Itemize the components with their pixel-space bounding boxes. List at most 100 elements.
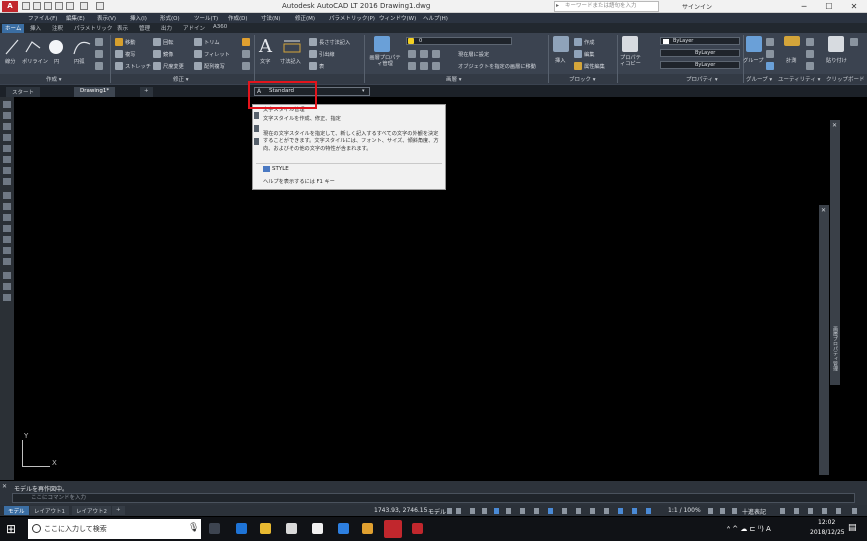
paste-button[interactable]: 貼り付け (826, 57, 847, 64)
left-tool-icon[interactable] (3, 283, 11, 290)
rectangle-icon[interactable] (95, 38, 103, 46)
left-tool-icon[interactable] (3, 145, 11, 152)
menu-file[interactable]: ファイル(F) (28, 14, 57, 22)
left-tool-icon[interactable] (3, 101, 11, 108)
workspace-icon[interactable] (708, 508, 713, 514)
change-to-layer-button[interactable]: オブジェクトを指定の画層に移動 (458, 63, 536, 70)
layer-tool-icon[interactable] (408, 50, 416, 58)
snap-icon[interactable] (456, 508, 461, 514)
color-dropdown[interactable]: ByLayer (660, 37, 740, 45)
annotation-visibility-icon[interactable] (618, 508, 623, 514)
undo-icon[interactable] (80, 2, 88, 10)
menu-dimension[interactable]: 寸法(N) (261, 14, 280, 22)
microphone-icon[interactable]: 🎙 (188, 523, 199, 533)
status-tool-icon[interactable] (822, 508, 827, 514)
isolate-icon[interactable] (732, 508, 737, 514)
insert-block-button[interactable]: 挿入 (555, 57, 565, 64)
line-button[interactable]: 線分 (5, 58, 15, 65)
search-input[interactable]: キーワードまたは語句を入力 (554, 1, 659, 12)
layer-tool-icon[interactable] (432, 50, 440, 58)
plot-icon[interactable] (66, 2, 74, 10)
otrack-icon[interactable] (506, 508, 511, 514)
command-line-close-icon[interactable]: ✕ (2, 483, 7, 490)
table-button[interactable]: 表 (319, 63, 324, 70)
menu-view[interactable]: 表示(V) (97, 14, 116, 22)
annotation-scale-icon[interactable] (646, 508, 651, 514)
layout-tab-layout1[interactable]: レイアウト1 (30, 506, 69, 515)
edge-icon[interactable] (236, 523, 247, 534)
left-tool-icon[interactable] (3, 294, 11, 301)
layer-dropdown[interactable]: 0 (406, 37, 512, 45)
fillet-button[interactable]: フィレット (204, 51, 230, 58)
app-icon[interactable] (338, 523, 349, 534)
chevron-down-icon[interactable]: ▾ (362, 88, 365, 94)
units-dropdown[interactable]: 十進表記 (742, 507, 766, 516)
offset-icon[interactable] (242, 62, 250, 70)
utility-tool-icon[interactable] (806, 62, 814, 70)
circle-button[interactable]: 円 (54, 58, 59, 65)
left-tool-icon[interactable] (3, 272, 11, 279)
annotation-plus-icon[interactable] (720, 508, 725, 514)
layer-tool-icon[interactable] (432, 62, 440, 70)
tool-palette-bar[interactable] (819, 205, 829, 475)
menu-parametric[interactable]: パラメトリック(P) (329, 14, 375, 22)
customization-icon[interactable] (808, 508, 813, 514)
left-tool-icon[interactable] (3, 236, 11, 243)
trim-button[interactable]: トリム (204, 39, 220, 46)
explorer-icon[interactable] (260, 523, 271, 534)
annotation-monitor-icon[interactable] (576, 508, 581, 514)
tab-insert[interactable]: 挿入 (30, 24, 41, 33)
linear-dim-button[interactable]: 長さ寸法記入 (319, 39, 350, 46)
clock-time[interactable]: 12:02 (818, 519, 835, 526)
tab-home[interactable]: ホーム (2, 24, 25, 33)
command-input[interactable]: ここにコマンドを入力 (12, 493, 855, 503)
autocad-taskbar-icon[interactable] (384, 520, 402, 538)
panel-modify-title[interactable]: 修正 ▾ (173, 75, 189, 83)
left-tool-icon[interactable] (3, 112, 11, 119)
layer-tool-icon[interactable] (420, 50, 428, 58)
left-tool-icon[interactable] (3, 203, 11, 210)
stretch-button[interactable]: ストレッチ (125, 63, 151, 70)
taskbar-search-input[interactable]: ここに入力して検索 (28, 519, 201, 539)
panel-groups-title[interactable]: グループ ▾ (746, 75, 772, 83)
menu-help[interactable]: ヘルプ(H) (423, 14, 448, 22)
left-tool-icon[interactable] (3, 167, 11, 174)
layer-properties-button[interactable]: 画層プロパティ管理 (368, 55, 402, 67)
panel-layers-title[interactable]: 画層 ▾ (446, 75, 462, 83)
match-properties-button[interactable]: プロパティコピー (620, 55, 642, 67)
group-tool-icon[interactable] (766, 50, 774, 58)
selection-cycling-icon[interactable] (548, 508, 553, 514)
auto-scale-icon[interactable] (632, 508, 637, 514)
group-tool-icon[interactable] (766, 62, 774, 70)
left-tool-icon[interactable] (3, 178, 11, 185)
menu-draw[interactable]: 作成(D) (228, 14, 248, 22)
ortho-icon[interactable] (470, 508, 475, 514)
explode-icon[interactable] (242, 50, 250, 58)
tab-output[interactable]: 出力 (161, 24, 172, 33)
autocad-lt-icon[interactable] (412, 523, 423, 534)
erase-icon[interactable] (242, 38, 250, 46)
panel-draw-title[interactable]: 作成 ▾ (46, 75, 62, 83)
measure-button[interactable]: 計測 (786, 57, 796, 64)
grid-icon[interactable] (447, 508, 452, 514)
osnap-icon[interactable] (494, 508, 499, 514)
left-tool-icon[interactable] (3, 134, 11, 141)
file-tab-start[interactable]: スタート (6, 87, 41, 97)
rotate-button[interactable]: 回転 (163, 39, 173, 46)
system-tray[interactable]: ᴬ ^ ☁ ⊏ ⁾⁾) A (727, 525, 771, 533)
menu-tools[interactable]: ツール(T) (194, 14, 218, 22)
dynamic-input-icon[interactable] (562, 508, 567, 514)
mirror-button[interactable]: 鏡像 (163, 51, 173, 58)
left-tool-icon[interactable] (3, 123, 11, 130)
minimize-button[interactable]: ─ (795, 1, 813, 12)
left-tool-icon[interactable] (3, 214, 11, 221)
polyline-button[interactable]: ポリライン (22, 58, 48, 65)
notification-icon[interactable]: ▤ (848, 523, 857, 533)
task-view-icon[interactable] (209, 523, 220, 534)
set-current-layer-button[interactable]: 現在層に設定 (458, 51, 489, 58)
left-tool-icon[interactable] (3, 258, 11, 265)
utility-tool-icon[interactable] (806, 38, 814, 46)
attribute-edit-button[interactable]: 属性編集 (584, 63, 605, 70)
sign-in-button[interactable]: サインイン (682, 2, 712, 11)
copy-button[interactable]: 複写 (125, 51, 135, 58)
